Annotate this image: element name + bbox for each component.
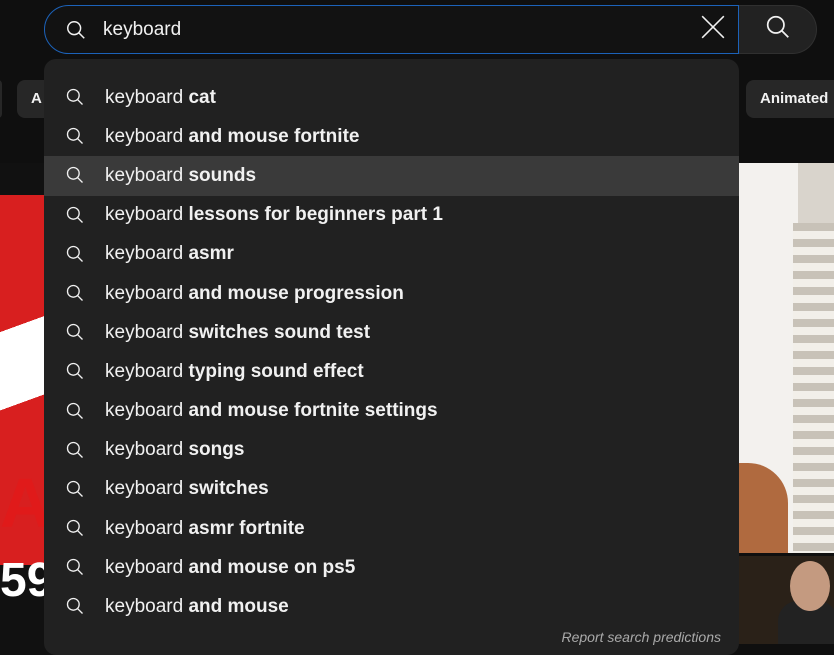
suggestion-prefix: keyboard: [105, 360, 184, 382]
clear-search-button[interactable]: [694, 10, 732, 48]
suggestion-prefix: keyboard: [105, 400, 184, 422]
search-icon: [65, 440, 85, 460]
suggestion-prefix: keyboard: [105, 164, 184, 186]
suggestion-item[interactable]: keyboard sounds: [44, 156, 739, 196]
search-icon: [65, 205, 85, 225]
suggestion-item[interactable]: keyboard switches sound test: [44, 313, 739, 352]
suggestion-text: keyboard songs: [105, 439, 244, 461]
search-icon: [65, 557, 85, 577]
suggestion-completion: and mouse fortnite: [183, 125, 360, 147]
search-input[interactable]: [103, 6, 693, 53]
suggestion-prefix: keyboard: [105, 517, 184, 539]
suggestion-completion: and mouse progression: [183, 282, 404, 304]
suggestion-completion: lessons for beginners part 1: [183, 204, 443, 226]
search-icon: [65, 19, 87, 41]
thumbnail-art: [793, 223, 834, 553]
search-icon: [65, 596, 85, 616]
suggestion-prefix: keyboard: [105, 204, 184, 226]
suggestion-completion: typing sound effect: [183, 360, 364, 382]
filter-chip-animated[interactable]: Animated: [746, 80, 834, 118]
search-icon: [65, 479, 85, 499]
suggestion-completion: and mouse fortnite settings: [183, 400, 438, 422]
suggestion-text: keyboard and mouse fortnite: [105, 126, 359, 148]
suggestion-completion: cat: [183, 86, 216, 108]
suggestion-text: keyboard lessons for beginners part 1: [105, 204, 443, 226]
suggestion-list: keyboard cat keyboard and mouse fortnite k…: [44, 78, 739, 627]
suggestion-item[interactable]: keyboard lessons for beginners part 1: [44, 196, 739, 235]
suggestion-completion: switches sound test: [183, 321, 371, 343]
suggestion-item[interactable]: keyboard asmr: [44, 235, 739, 274]
close-icon: [700, 14, 726, 45]
suggestion-text: keyboard asmr: [105, 243, 234, 265]
thumbnail-text: A: [0, 464, 51, 542]
search-icon: [65, 244, 85, 264]
suggestion-item[interactable]: keyboard and mouse on ps5: [44, 548, 739, 587]
suggestion-completion: asmr fortnite: [183, 517, 305, 539]
suggestion-prefix: keyboard: [105, 321, 184, 343]
search-suggestions-dropdown: keyboard cat keyboard and mouse fortnite k…: [44, 59, 739, 655]
search-icon: [65, 283, 85, 303]
suggestion-prefix: keyboard: [105, 556, 184, 578]
suggestion-text: keyboard and mouse on ps5: [105, 557, 355, 579]
suggestion-item[interactable]: keyboard cat: [44, 78, 739, 117]
search-icon: [65, 322, 85, 342]
suggestion-item[interactable]: keyboard switches: [44, 470, 739, 509]
suggestion-text: keyboard asmr fortnite: [105, 518, 305, 540]
suggestion-prefix: keyboard: [105, 478, 184, 500]
suggestion-item[interactable]: keyboard and mouse: [44, 587, 739, 626]
search-button[interactable]: [739, 5, 817, 54]
search-icon: [765, 14, 791, 45]
search-icon: [65, 126, 85, 146]
suggestion-item[interactable]: keyboard and mouse fortnite settings: [44, 392, 739, 431]
suggestion-text: keyboard switches sound test: [105, 322, 370, 344]
report-search-predictions-link[interactable]: Report search predictions: [561, 629, 721, 645]
suggestion-prefix: keyboard: [105, 125, 184, 147]
filter-chip[interactable]: [0, 80, 2, 118]
suggestion-prefix: keyboard: [105, 282, 184, 304]
search-icon: [65, 361, 85, 381]
suggestion-text: keyboard typing sound effect: [105, 361, 364, 383]
chip-label: Animated: [760, 90, 829, 107]
suggestion-item[interactable]: keyboard and mouse fortnite: [44, 117, 739, 156]
search-icon: [65, 518, 85, 538]
suggestion-text: keyboard and mouse: [105, 596, 289, 618]
suggestion-completion: switches: [183, 478, 269, 500]
suggestion-item[interactable]: keyboard and mouse progression: [44, 274, 739, 313]
suggestion-prefix: keyboard: [105, 439, 184, 461]
video-thumbnail[interactable]: [738, 163, 834, 553]
suggestion-prefix: keyboard: [105, 86, 184, 108]
suggestion-prefix: keyboard: [105, 596, 184, 618]
suggestion-item[interactable]: keyboard songs: [44, 431, 739, 470]
chip-label: A: [31, 90, 42, 107]
suggestion-item[interactable]: keyboard asmr fortnite: [44, 509, 739, 548]
video-thumbnail[interactable]: [738, 556, 834, 644]
suggestion-text: keyboard switches: [105, 478, 269, 500]
suggestion-item[interactable]: keyboard typing sound effect: [44, 352, 739, 391]
search-box[interactable]: [44, 5, 739, 54]
thumbnail-art: [790, 561, 830, 611]
search-icon: [65, 87, 85, 107]
suggestion-text: keyboard cat: [105, 87, 216, 109]
suggestion-completion: asmr: [183, 243, 234, 265]
suggestion-completion: sounds: [183, 164, 257, 186]
suggestion-text: keyboard and mouse fortnite settings: [105, 400, 438, 422]
search-icon: [65, 165, 85, 185]
suggestion-completion: songs: [183, 439, 245, 461]
suggestion-prefix: keyboard: [105, 243, 184, 265]
suggestion-completion: and mouse: [183, 596, 289, 618]
suggestion-completion: and mouse on ps5: [183, 556, 356, 578]
suggestion-text: keyboard and mouse progression: [105, 283, 404, 305]
suggestion-text: keyboard sounds: [105, 165, 256, 187]
search-icon: [65, 401, 85, 421]
